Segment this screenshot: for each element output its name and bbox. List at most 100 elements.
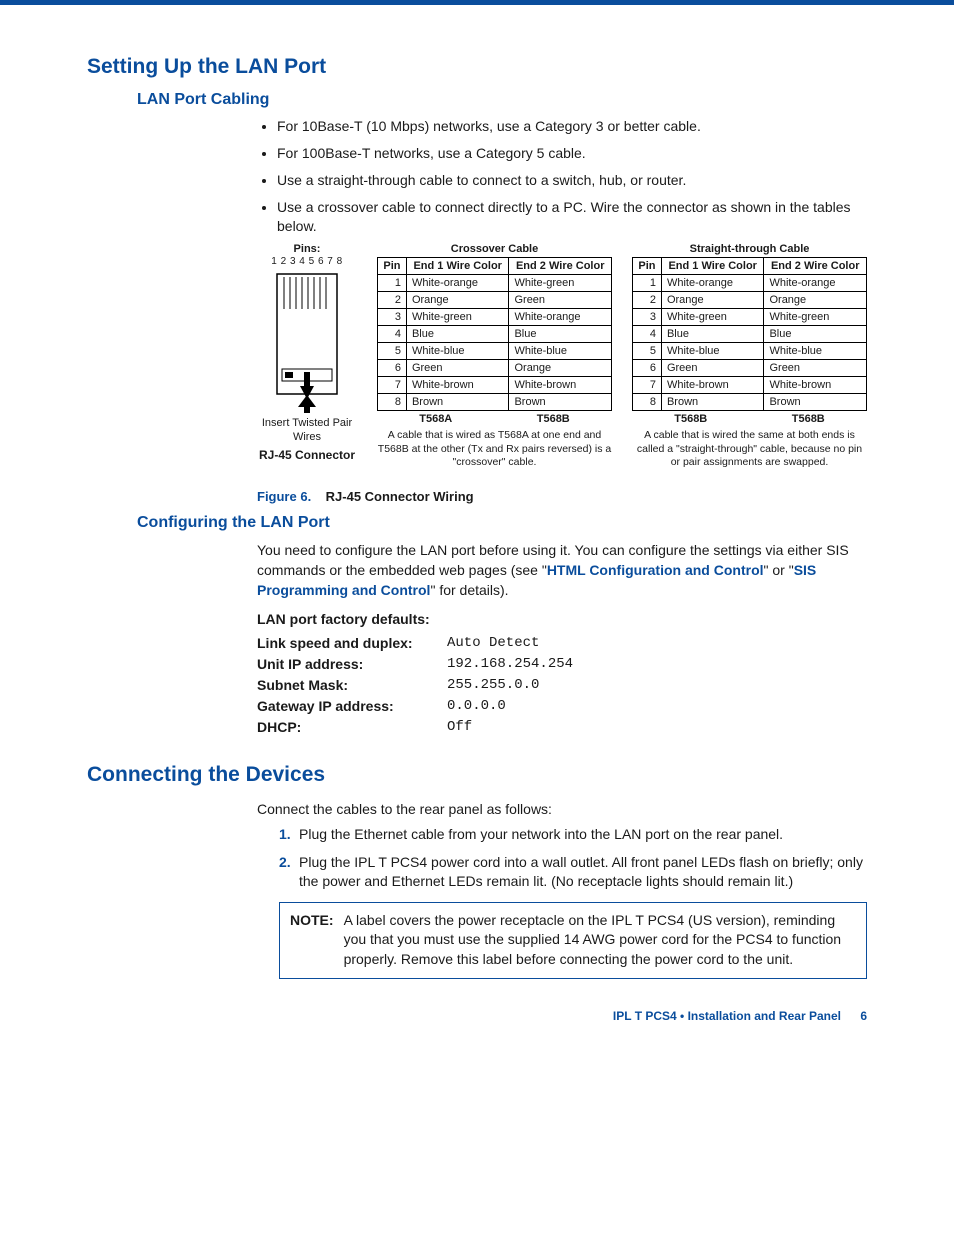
cabling-bullets: For 10Base-T (10 Mbps) networks, use a C… xyxy=(277,117,867,235)
table-cell: White-blue xyxy=(406,343,509,360)
table-cell: Blue xyxy=(509,326,612,343)
default-key: DHCP: xyxy=(257,719,447,735)
table-cell: 1 xyxy=(378,275,407,292)
table-cell: 7 xyxy=(633,377,662,394)
table-cell: Blue xyxy=(764,326,867,343)
table-cell: White-orange xyxy=(764,275,867,292)
note-text: A label covers the power receptacle on t… xyxy=(344,911,856,970)
table-cell: White-green xyxy=(661,309,764,326)
default-value: 255.255.0.0 xyxy=(447,677,539,693)
table-cell: White-orange xyxy=(661,275,764,292)
page-number: 6 xyxy=(860,1009,867,1023)
table-cell: White-orange xyxy=(406,275,509,292)
config-text-3: " for details). xyxy=(430,582,508,598)
table-cell: White-brown xyxy=(764,377,867,394)
default-value: Off xyxy=(447,719,472,735)
crossover-foot1: T568A xyxy=(419,413,452,425)
table-cell: White-brown xyxy=(509,377,612,394)
table-cell: Green xyxy=(764,360,867,377)
connect-steps: Plug the Ethernet cable from your networ… xyxy=(279,825,867,892)
table-cell: White-brown xyxy=(661,377,764,394)
col-end2: End 2 Wire Color xyxy=(509,258,612,275)
heading-connecting-devices: Connecting the Devices xyxy=(87,763,867,787)
bullet-item: Use a crossover cable to connect directl… xyxy=(277,198,867,236)
table-cell: Orange xyxy=(406,292,509,309)
table-cell: Green xyxy=(661,360,764,377)
table-cell: 5 xyxy=(633,343,662,360)
col-pin: Pin xyxy=(378,258,407,275)
table-row: 7White-brownWhite-brown xyxy=(378,377,612,394)
table-cell: Brown xyxy=(406,394,509,411)
straight-foot1: T568B xyxy=(674,413,707,425)
table-cell: 4 xyxy=(633,326,662,343)
defaults-row: Link speed and duplex:Auto Detect xyxy=(257,635,867,651)
heading-lan-setup: Setting Up the LAN Port xyxy=(87,55,867,79)
straight-foot2: T568B xyxy=(792,413,825,425)
table-cell: 2 xyxy=(378,292,407,309)
table-cell: 6 xyxy=(378,360,407,377)
table-cell: Brown xyxy=(661,394,764,411)
table-row: 6GreenOrange xyxy=(378,360,612,377)
crossover-table: Pin End 1 Wire Color End 2 Wire Color 1W… xyxy=(377,257,612,411)
defaults-row: Subnet Mask:255.255.0.0 xyxy=(257,677,867,693)
table-cell: Orange xyxy=(509,360,612,377)
defaults-row: DHCP:Off xyxy=(257,719,867,735)
note-box: NOTE: A label covers the power receptacl… xyxy=(279,902,867,979)
table-row: 2OrangeGreen xyxy=(378,292,612,309)
table-cell: Brown xyxy=(764,394,867,411)
default-key: Gateway IP address: xyxy=(257,698,447,714)
table-row: 8BrownBrown xyxy=(633,394,867,411)
table-cell: Blue xyxy=(406,326,509,343)
table-cell: 8 xyxy=(378,394,407,411)
default-key: Link speed and duplex: xyxy=(257,635,447,651)
table-row: 8BrownBrown xyxy=(378,394,612,411)
table-cell: Orange xyxy=(661,292,764,309)
table-cell: 1 xyxy=(633,275,662,292)
config-text-2: " or " xyxy=(764,562,794,578)
table-cell: 8 xyxy=(633,394,662,411)
connect-intro: Connect the cables to the rear panel as … xyxy=(257,799,867,819)
table-row: 1White-orangeWhite-green xyxy=(378,275,612,292)
table-row: 3White-greenWhite-green xyxy=(633,309,867,326)
bullet-item: For 10Base-T (10 Mbps) networks, use a C… xyxy=(277,117,867,136)
table-cell: White-orange xyxy=(509,309,612,326)
default-value: 0.0.0.0 xyxy=(447,698,506,714)
rj45-connector-diagram: Pins: 1 2 3 4 5 6 7 8 Insert Twisted Pai… xyxy=(257,243,357,468)
col-end1: End 1 Wire Color xyxy=(406,258,509,275)
table-cell: White-green xyxy=(406,309,509,326)
defaults-row: Gateway IP address:0.0.0.0 xyxy=(257,698,867,714)
table-cell: 5 xyxy=(378,343,407,360)
table-row: 5White-blueWhite-blue xyxy=(633,343,867,360)
table-cell: Orange xyxy=(764,292,867,309)
link-html-config[interactable]: HTML Configuration and Control xyxy=(547,562,764,578)
note-label: NOTE: xyxy=(290,911,334,970)
rj45-name-label: RJ-45 Connector xyxy=(257,448,357,462)
table-row: 4BlueBlue xyxy=(378,326,612,343)
table-row: 2OrangeOrange xyxy=(633,292,867,309)
footer-text: IPL T PCS4 • Installation and Rear Panel xyxy=(613,1009,841,1023)
arrow-up-icon xyxy=(298,395,316,413)
pins-numbers: 1 2 3 4 5 6 7 8 xyxy=(257,256,357,267)
table-cell: 7 xyxy=(378,377,407,394)
col-end2: End 2 Wire Color xyxy=(764,258,867,275)
table-cell: White-green xyxy=(509,275,612,292)
default-value: 192.168.254.254 xyxy=(447,656,573,672)
crossover-table-block: Crossover Cable Pin End 1 Wire Color End… xyxy=(377,243,612,468)
table-cell: Green xyxy=(406,360,509,377)
page-footer: IPL T PCS4 • Installation and Rear Panel… xyxy=(87,1009,867,1023)
rj45-connector-icon xyxy=(272,269,342,399)
crossover-title: Crossover Cable xyxy=(377,243,612,255)
top-bar xyxy=(0,0,954,5)
default-value: Auto Detect xyxy=(447,635,539,651)
table-row: 1White-orangeWhite-orange xyxy=(633,275,867,292)
straight-table-block: Straight-through Cable Pin End 1 Wire Co… xyxy=(632,243,867,468)
table-cell: White-green xyxy=(764,309,867,326)
crossover-caption: A cable that is wired as T568A at one en… xyxy=(377,429,612,468)
col-pin: Pin xyxy=(633,258,662,275)
table-cell: 4 xyxy=(378,326,407,343)
step-item: Plug the IPL T PCS4 power cord into a wa… xyxy=(279,853,867,892)
straight-title: Straight-through Cable xyxy=(632,243,867,255)
default-key: Unit IP address: xyxy=(257,656,447,672)
table-row: 6GreenGreen xyxy=(633,360,867,377)
straight-caption: A cable that is wired the same at both e… xyxy=(632,429,867,468)
